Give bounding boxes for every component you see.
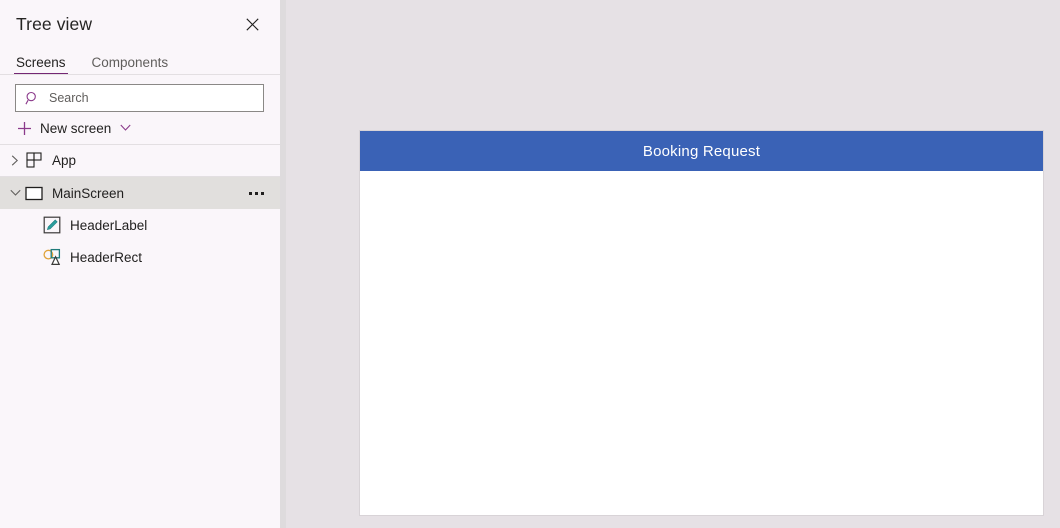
screens-tree: App MainScreen HeaderLabel HeaderRect: [0, 145, 280, 528]
search-container: [0, 75, 280, 112]
screen-icon: [24, 183, 44, 203]
app-canvas-area: Booking Request: [286, 0, 1060, 528]
tab-components[interactable]: Components: [90, 54, 171, 76]
tree-item-headerlabel[interactable]: HeaderLabel: [0, 209, 280, 241]
tree-view-panel: Tree view Screens Components Search New …: [0, 0, 280, 528]
chevron-down-icon[interactable]: [6, 177, 24, 209]
tree-item-app[interactable]: App: [0, 145, 280, 177]
canvas-control-headerlabel[interactable]: Booking Request: [360, 131, 1043, 171]
tabs-divider: [0, 74, 280, 75]
chevron-down-icon[interactable]: [118, 121, 132, 135]
tab-screens[interactable]: Screens: [14, 54, 68, 76]
panel-tabs: Screens Components: [0, 48, 280, 75]
screen-canvas-mainscreen[interactable]: Booking Request: [360, 131, 1043, 515]
search-box[interactable]: [15, 84, 264, 112]
search-input[interactable]: [49, 85, 255, 111]
tree-item-mainscreen[interactable]: MainScreen: [0, 177, 280, 209]
page-title: Tree view: [16, 13, 93, 34]
chevron-right-icon[interactable]: [6, 145, 24, 177]
plus-icon: [16, 120, 32, 136]
tab-screens-label: Screens: [16, 54, 66, 70]
close-icon[interactable]: [238, 10, 266, 38]
panel-header: Tree view: [0, 0, 280, 48]
shapes-icon: [42, 247, 62, 267]
tree-item-mainscreen-label: MainScreen: [52, 185, 125, 201]
label-pencil-icon: [42, 215, 62, 235]
tree-item-headerrect-label: HeaderRect: [70, 249, 143, 265]
tree-item-headerlabel-label: HeaderLabel: [70, 217, 148, 233]
tree-item-app-label: App: [52, 153, 77, 168]
app-grid-icon: [24, 151, 44, 171]
new-screen-label: New screen: [40, 120, 112, 136]
tree-item-headerrect[interactable]: HeaderRect: [0, 241, 280, 273]
more-options-icon[interactable]: [244, 181, 268, 205]
tab-components-label: Components: [91, 54, 169, 70]
new-screen-button[interactable]: New screen: [0, 112, 280, 145]
search-icon: [24, 90, 40, 106]
app-root: Tree view Screens Components Search New …: [0, 0, 1060, 528]
